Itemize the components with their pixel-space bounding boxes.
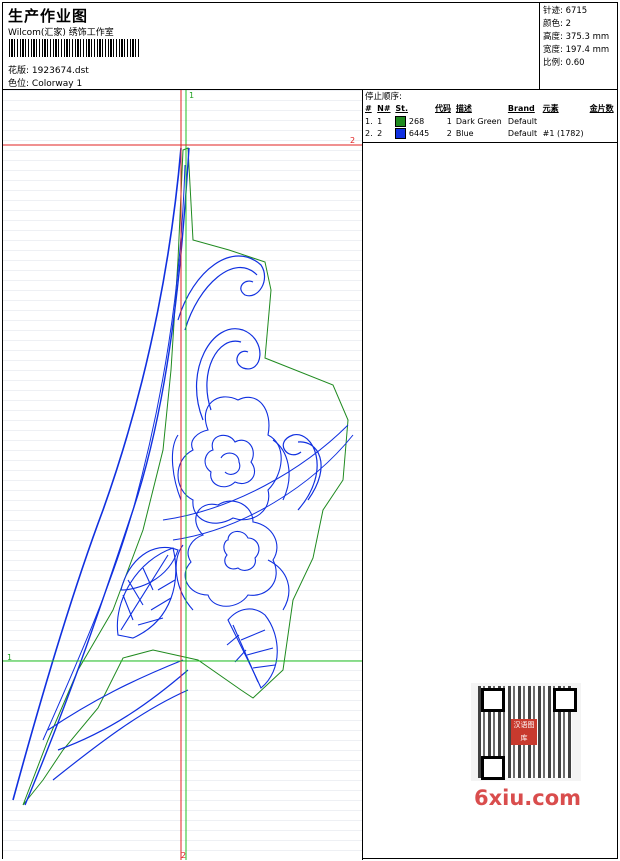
watermark-logo: 6xiu.com — [474, 786, 582, 810]
blue-branch-lower — [47, 659, 189, 781]
blue-stem-line-2 — [42, 164, 186, 741]
color-table-header: # N# St. 代码 描述 Brand 元素 金片数 — [363, 102, 617, 115]
color-table: # N# St. 代码 描述 Brand 元素 金片数 1. 1 268 1 D… — [363, 102, 617, 139]
col-elements: 元素 — [542, 104, 559, 113]
guide-label-h-right: 2 — [350, 136, 355, 145]
stat-scale: 比例: 0.60 — [543, 58, 585, 68]
swirl-mid — [195, 328, 261, 421]
colorway-label: 色位: — [8, 79, 30, 89]
color-swatch-blue — [395, 127, 407, 139]
stat-width: 宽度: 197.4 mm — [543, 45, 610, 55]
qr-center-badge: 汉语图库 — [511, 719, 537, 745]
qr-corner-icon — [553, 688, 577, 712]
colorway-row: 色位: Colorway 1 — [8, 76, 82, 89]
stats-panel: 针迹: 6715 颜色: 2 高度: 375.3 mm 宽度: 197.4 mm… — [539, 3, 617, 89]
col-code: 代码 — [434, 104, 451, 113]
stat-height: 高度: 375.3 mm — [543, 32, 610, 42]
guide-label-v-bottom: 2 — [181, 851, 186, 860]
embroidery-drawing: 1 2 1 2 — [3, 90, 362, 860]
col-brand: Brand — [507, 104, 535, 113]
qr-code: 汉语图库 — [471, 683, 581, 781]
page-title: 生产作业图 — [8, 7, 89, 25]
col-desc: 描述 — [455, 104, 472, 113]
color-swatch-green — [395, 115, 407, 127]
colorway-value: Colorway 1 — [31, 79, 83, 89]
barcode — [9, 39, 141, 57]
sheet-header: 生产作业图 Wilcom(汇家) 绣饰工作室 花版: 1923674.dst 色… — [3, 3, 617, 90]
rose-flower — [171, 396, 290, 611]
col-n: N# — [377, 104, 391, 113]
col-num: # — [365, 104, 372, 113]
col-sequins: 金片数 — [589, 104, 614, 113]
blue-stem-outer — [12, 147, 182, 801]
design-file-row: 花版: 1923674.dst — [8, 63, 89, 76]
col-stitches: St. — [395, 104, 408, 113]
qr-corner-icon — [481, 688, 505, 712]
design-file-value: 1923674.dst — [31, 66, 89, 76]
leaf-left — [116, 546, 179, 639]
table-divider — [363, 142, 617, 143]
stat-stitches: 针迹: 6715 — [543, 6, 588, 16]
design-preview: 1 2 1 2 — [3, 90, 363, 860]
leaf-right — [226, 608, 278, 689]
swirl-top — [177, 255, 266, 331]
table-row: 2. 2 6445 2 Blue Default #1 (1782) — [365, 127, 584, 139]
table-row: 1. 1 268 1 Dark Green Default — [365, 115, 538, 127]
design-file-label: 花版: — [8, 66, 30, 76]
blue-stem-inner — [24, 147, 190, 806]
guide-label-h-left: 1 — [7, 653, 12, 662]
stop-sequence-title: 停止顺序: — [365, 92, 402, 102]
stat-colors: 颜色: 2 — [543, 19, 571, 29]
guide-label-v-top: 1 — [189, 91, 194, 100]
qr-corner-icon — [481, 756, 505, 780]
company-name: Wilcom(汇家) 绣饰工作室 — [8, 28, 114, 38]
